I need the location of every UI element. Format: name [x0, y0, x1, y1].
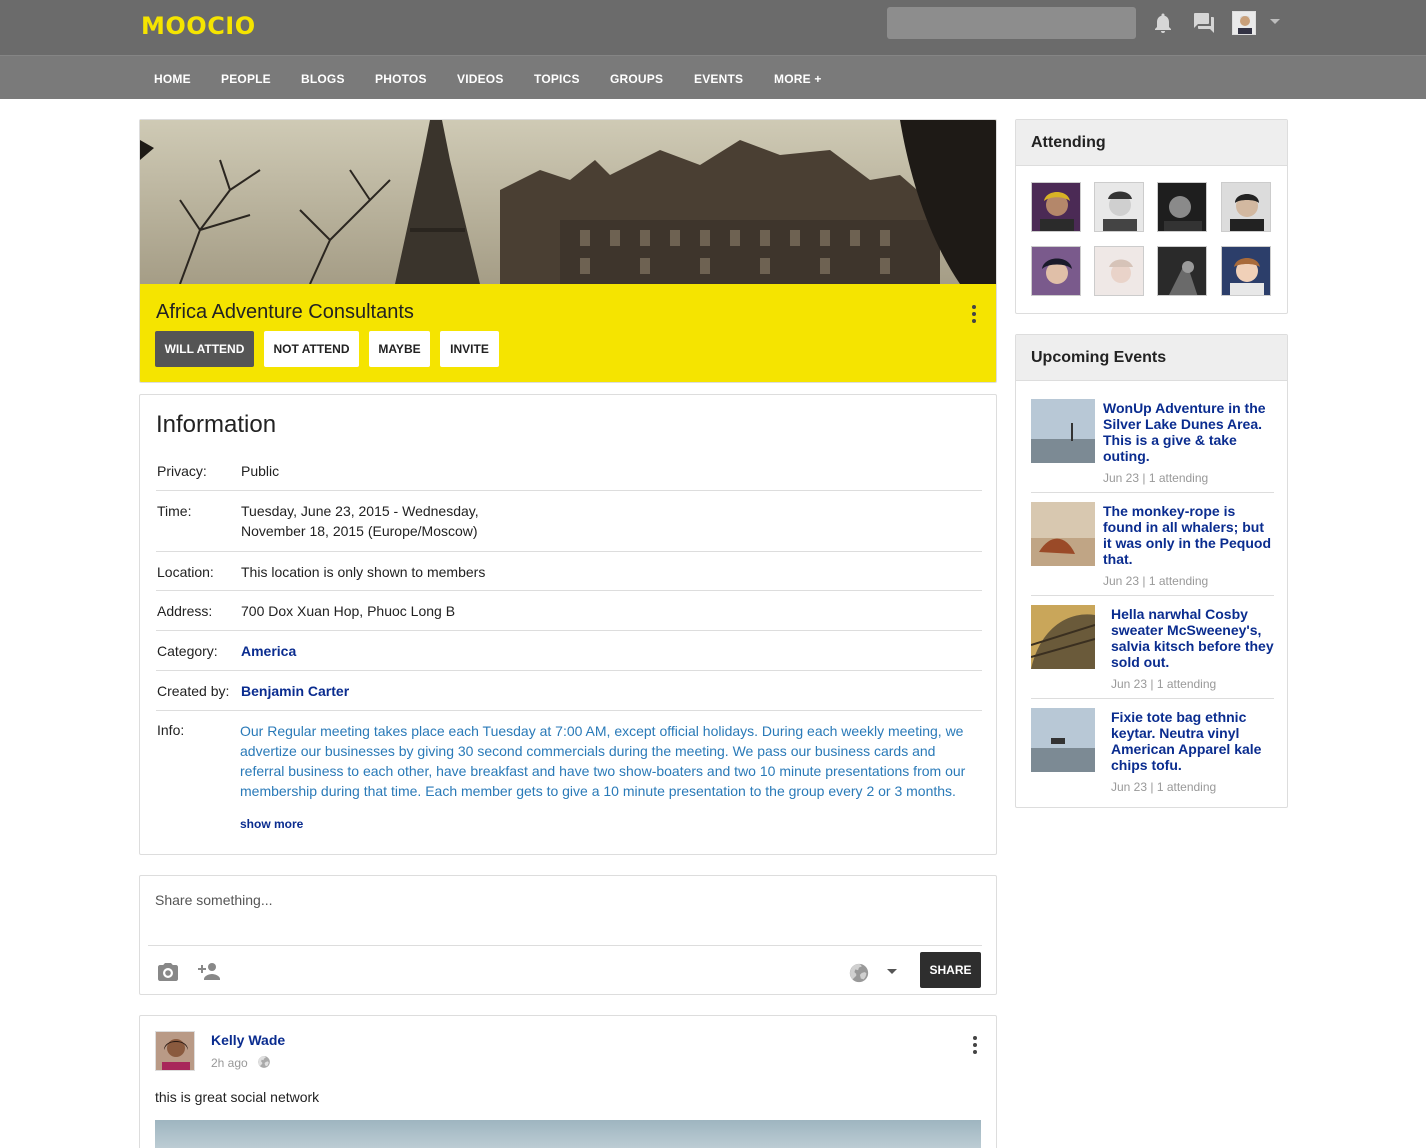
post-image[interactable] — [155, 1120, 981, 1148]
attendee-avatar[interactable] — [1031, 182, 1081, 232]
share-divider — [148, 945, 982, 946]
event-thumbnail[interactable] — [1031, 605, 1095, 669]
top-bar: MOOCIO — [0, 0, 1426, 55]
post-author-avatar[interactable] — [155, 1031, 195, 1071]
nav-more[interactable]: MORE + — [774, 72, 822, 86]
add-person-icon[interactable] — [196, 959, 222, 983]
post-privacy-globe-icon — [258, 1056, 270, 1068]
site-logo[interactable]: MOOCIO — [141, 12, 256, 40]
event-title-link[interactable]: WonUp Adventure in the Silver Lake Dunes… — [1103, 400, 1274, 464]
location-label: Location: — [157, 564, 214, 580]
info-row-created-by: Created by: Benjamin Carter — [156, 671, 982, 711]
event-separator — [1031, 492, 1274, 493]
show-more-link[interactable]: show more — [240, 817, 303, 831]
event-meta: Jun 23 | 1 attending — [1103, 574, 1209, 588]
info-description: Our Regular meeting takes place each Tue… — [240, 723, 966, 799]
camera-icon[interactable] — [156, 960, 180, 984]
privacy-value: Public — [241, 463, 280, 479]
upcoming-events-header: Upcoming Events — [1016, 335, 1287, 381]
post-text: this is great social network — [155, 1089, 320, 1105]
nav-groups[interactable]: GROUPS — [610, 72, 663, 86]
attendee-avatar[interactable] — [1094, 246, 1144, 296]
location-value: This location is only shown to members — [241, 564, 486, 580]
globe-icon[interactable] — [848, 962, 870, 984]
privacy-label: Privacy: — [157, 463, 207, 479]
info-label: Info: — [157, 722, 185, 738]
event-title: Africa Adventure Consultants — [156, 301, 414, 323]
creator-link[interactable]: Benjamin Carter — [241, 681, 349, 701]
attendee-avatar[interactable] — [1094, 182, 1144, 232]
maybe-button[interactable]: MAYBE — [369, 331, 430, 367]
info-row-category: Category: America — [156, 631, 982, 671]
nav-people[interactable]: PEOPLE — [221, 72, 271, 86]
attending-title: Attending — [1031, 134, 1106, 151]
not-attend-button[interactable]: NOT ATTEND — [264, 331, 359, 367]
event-title-link[interactable]: Fixie tote bag ethnic keytar. Neutra vin… — [1111, 709, 1276, 773]
main-nav: HOME PEOPLE BLOGS PHOTOS VIDEOS TOPICS G… — [0, 55, 1426, 99]
chat-icon[interactable] — [1192, 11, 1216, 35]
search-input[interactable] — [887, 7, 1136, 39]
event-meta: Jun 23 | 1 attending — [1111, 780, 1217, 794]
upcoming-event-item: The monkey-rope is found in all whalers;… — [1031, 502, 1274, 605]
privacy-dropdown-caret[interactable] — [887, 969, 897, 974]
nav-home[interactable]: HOME — [154, 72, 191, 86]
event-meta: Jun 23 | 1 attending — [1111, 677, 1217, 691]
info-row-time: Time: Tuesday, June 23, 2015 - Wednesday… — [156, 491, 982, 552]
address-label: Address: — [157, 603, 213, 619]
event-title-link[interactable]: Hella narwhal Cosby sweater McSweeney's,… — [1111, 606, 1276, 670]
upcoming-events-title: Upcoming Events — [1031, 349, 1167, 366]
event-meta: Jun 23 | 1 attending — [1103, 471, 1209, 485]
attending-widget: Attending — [1015, 119, 1288, 314]
attendee-avatar[interactable] — [1221, 246, 1271, 296]
information-card: Information Privacy: Public Time: Tuesda… — [139, 394, 997, 855]
attendee-avatar[interactable] — [1157, 182, 1207, 232]
event-thumbnail[interactable] — [1031, 708, 1095, 772]
event-cover-photo — [140, 120, 996, 284]
category-link[interactable]: America — [241, 641, 296, 661]
event-thumbnail[interactable] — [1031, 502, 1095, 566]
event-header-card: Africa Adventure Consultants WILL ATTEND… — [139, 119, 997, 383]
address-value: 700 Dox Xuan Hop, Phuoc Long B — [241, 603, 456, 619]
post-timestamp[interactable]: 2h ago — [211, 1056, 248, 1070]
share-button[interactable]: SHARE — [920, 952, 981, 988]
event-title-link[interactable]: The monkey-rope is found in all whalers;… — [1103, 503, 1274, 567]
will-attend-button[interactable]: WILL ATTEND — [155, 331, 254, 367]
info-row-location: Location: This location is only shown to… — [156, 552, 982, 591]
user-avatar[interactable] — [1232, 11, 1256, 35]
nav-topics[interactable]: TOPICS — [534, 72, 580, 86]
nav-events[interactable]: EVENTS — [694, 72, 743, 86]
attendee-avatar[interactable] — [1031, 246, 1081, 296]
upcoming-event-item: Fixie tote bag ethnic keytar. Neutra vin… — [1031, 708, 1274, 798]
attendee-avatar[interactable] — [1157, 246, 1207, 296]
account-dropdown-caret[interactable] — [1270, 19, 1280, 24]
post-options-kebab-icon[interactable] — [973, 1036, 977, 1057]
share-box: Share something... SHARE — [139, 875, 997, 995]
activity-post: Kelly Wade 2h ago this is great social n… — [139, 1015, 997, 1148]
attending-header: Attending — [1016, 120, 1287, 166]
event-separator — [1031, 698, 1274, 699]
attendee-avatar[interactable] — [1221, 182, 1271, 232]
time-label: Time: — [157, 503, 192, 519]
created-by-label: Created by: — [157, 683, 230, 699]
time-value-start: Tuesday, June 23, 2015 - Wednesday, — [241, 503, 479, 519]
event-thumbnail[interactable] — [1031, 399, 1095, 463]
bell-icon[interactable] — [1151, 11, 1175, 35]
time-value-end: November 18, 2015 (Europe/Moscow) — [241, 523, 478, 539]
share-input[interactable]: Share something... — [155, 892, 273, 908]
event-options-kebab-icon[interactable] — [972, 305, 976, 326]
information-heading: Information — [156, 411, 277, 438]
invite-button[interactable]: INVITE — [440, 331, 499, 367]
post-author-name[interactable]: Kelly Wade — [211, 1032, 285, 1048]
nav-videos[interactable]: VIDEOS — [457, 72, 504, 86]
info-row-privacy: Privacy: Public — [156, 451, 982, 491]
upcoming-event-item: Hella narwhal Cosby sweater McSweeney's,… — [1031, 605, 1274, 708]
upcoming-events-widget: Upcoming Events WonUp Adventure in the S… — [1015, 334, 1288, 808]
category-label: Category: — [157, 643, 218, 659]
info-row-address: Address: 700 Dox Xuan Hop, Phuoc Long B — [156, 591, 982, 631]
nav-blogs[interactable]: BLOGS — [301, 72, 345, 86]
nav-photos[interactable]: PHOTOS — [375, 72, 427, 86]
event-separator — [1031, 595, 1274, 596]
upcoming-event-item: WonUp Adventure in the Silver Lake Dunes… — [1031, 399, 1274, 502]
